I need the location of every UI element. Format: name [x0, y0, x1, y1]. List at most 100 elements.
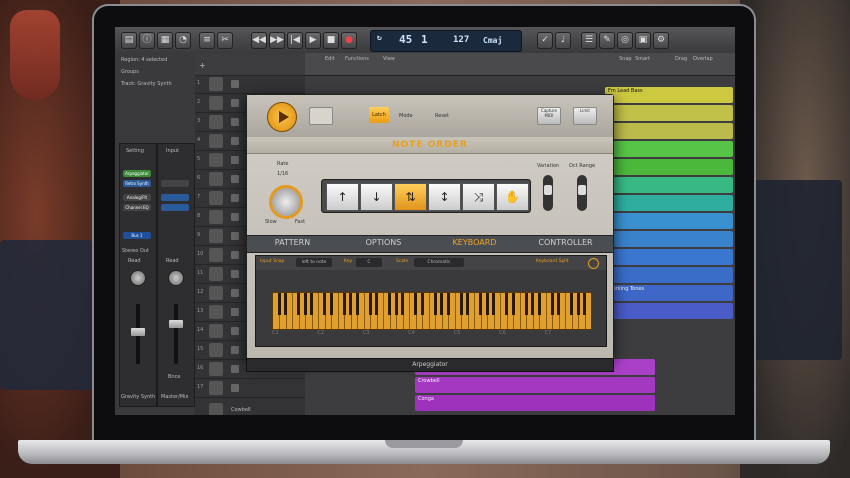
lcd-display[interactable]: ↻ 45 1 127 Cmaj	[370, 30, 522, 52]
forward-button[interactable]: ▶▶	[269, 32, 285, 49]
track-mute-button[interactable]	[231, 346, 239, 354]
go-to-start-button[interactable]: |◀	[287, 32, 303, 49]
black-key[interactable]	[433, 293, 437, 315]
plugin-title-bar[interactable]: Arpeggiator	[246, 358, 614, 372]
track-mute-button[interactable]	[231, 308, 239, 316]
arp-reset-label[interactable]: Reset	[435, 113, 449, 119]
track-mute-button[interactable]	[231, 80, 239, 88]
track-mute-button[interactable]	[231, 251, 239, 259]
output-label[interactable]: Stereo Out	[122, 248, 149, 254]
master-insert-1[interactable]	[161, 180, 189, 187]
direction-up-down-button[interactable]: ⇅	[394, 183, 427, 211]
black-key[interactable]	[303, 293, 307, 315]
region-blue-2[interactable]	[605, 231, 733, 247]
pan-knob-left[interactable]	[130, 270, 146, 286]
black-key[interactable]	[492, 293, 496, 315]
direction-down-button[interactable]: ↓	[360, 183, 393, 211]
library-button[interactable]: ▤	[121, 32, 137, 49]
black-key[interactable]	[368, 293, 372, 315]
arp-mode-button[interactable]	[309, 107, 333, 125]
arp-keyboard[interactable]	[272, 292, 592, 330]
direction-outside-in-button[interactable]: ↕	[428, 183, 461, 211]
track-mute-button[interactable]	[231, 156, 239, 164]
black-key[interactable]	[570, 293, 574, 315]
plugin-slot-retro-synth[interactable]: Retro Synth	[123, 180, 151, 187]
bus-slot[interactable]: Bus 1	[123, 232, 151, 239]
track-mute-button[interactable]	[231, 99, 239, 107]
track-mute-button[interactable]	[231, 118, 239, 126]
region-yellow-2[interactable]	[605, 105, 733, 121]
black-key[interactable]	[349, 293, 353, 315]
black-key[interactable]	[394, 293, 398, 315]
view-menu[interactable]: View	[383, 56, 395, 62]
region-blue-1[interactable]	[605, 213, 733, 229]
track-mute-button[interactable]	[231, 137, 239, 145]
black-key[interactable]	[524, 293, 528, 315]
variation-switch[interactable]	[543, 175, 553, 211]
region-green-2[interactable]	[605, 159, 733, 175]
inspector-groups-label[interactable]: Groups	[121, 69, 139, 75]
direction-random-button[interactable]: ⤨	[462, 183, 495, 211]
insert-slot-1[interactable]: Analog/Flt	[123, 194, 151, 201]
track-mute-button[interactable]	[231, 194, 239, 202]
black-key[interactable]	[401, 293, 405, 315]
edit-menu[interactable]: Edit	[325, 56, 335, 62]
region-blue-3[interactable]	[605, 249, 733, 265]
key-select[interactable]: C	[356, 258, 382, 267]
region-working-tones[interactable]: Working Tones	[605, 285, 733, 301]
editors-button[interactable]: ✂	[217, 32, 233, 49]
black-key[interactable]	[375, 293, 379, 315]
black-key[interactable]	[297, 293, 301, 315]
track-mute-button[interactable]	[231, 232, 239, 240]
track-mute-button[interactable]	[231, 175, 239, 183]
arp-play-button[interactable]	[267, 102, 297, 132]
black-key[interactable]	[505, 293, 509, 315]
browser-button[interactable]: ▣	[635, 32, 651, 49]
rewind-button[interactable]: ◀◀	[251, 32, 267, 49]
oct-range-switch[interactable]	[577, 175, 587, 211]
black-key[interactable]	[537, 293, 541, 315]
bounce-button[interactable]: Bnce	[168, 374, 180, 380]
black-key[interactable]	[420, 293, 424, 315]
track-row[interactable]: 17	[195, 379, 305, 398]
black-key[interactable]	[576, 293, 580, 315]
mixer-button[interactable]: ≡	[199, 32, 215, 49]
keyboard-split-toggle[interactable]	[588, 258, 599, 269]
tab-controller[interactable]: CONTROLLER	[520, 238, 611, 247]
arp-latch-button[interactable]: Latch	[369, 107, 389, 123]
black-key[interactable]	[459, 293, 463, 315]
inspector-region-label[interactable]: Region: 4 selected	[121, 57, 167, 63]
track-mute-button[interactable]	[231, 289, 239, 297]
track-mute-button[interactable]	[231, 384, 239, 392]
functions-menu[interactable]: Functions	[345, 56, 369, 62]
smart-controls-button[interactable]: ◔	[175, 32, 191, 49]
add-track-button[interactable]: +	[199, 61, 206, 70]
track-row[interactable]: 1	[195, 75, 305, 94]
metronome-button[interactable]: ♩	[555, 32, 571, 49]
black-key[interactable]	[284, 293, 288, 315]
region-blue-6[interactable]	[605, 303, 733, 319]
play-button[interactable]: ▶	[305, 32, 321, 49]
black-key[interactable]	[511, 293, 515, 315]
black-key[interactable]	[531, 293, 535, 315]
black-key[interactable]	[323, 293, 327, 315]
volume-fader-left[interactable]	[131, 328, 145, 336]
limit-button[interactable]: Limit	[573, 107, 597, 125]
capture-midi-button[interactable]: Capture MIDI	[537, 107, 561, 125]
black-key[interactable]	[446, 293, 450, 315]
inspector-button[interactable]: ⓘ	[139, 32, 155, 49]
black-key[interactable]	[440, 293, 444, 315]
direction-up-button[interactable]: ↑	[326, 183, 359, 211]
settings-icon[interactable]: ⚙	[653, 32, 669, 49]
black-key[interactable]	[485, 293, 489, 315]
count-in-button[interactable]: ✓	[537, 32, 553, 49]
timeline-ruler[interactable]: Edit Functions View Snap Smart Drag Over…	[305, 53, 735, 76]
track-row-cowbell[interactable]: Cowbell	[195, 401, 305, 415]
toolbar-button[interactable]: ▦	[157, 32, 173, 49]
region-green-1[interactable]	[605, 141, 733, 157]
input-label[interactable]: Input	[166, 148, 179, 154]
notepad-button[interactable]: ✎	[599, 32, 615, 49]
region-blue-4[interactable]	[605, 267, 733, 283]
track-mute-button[interactable]	[231, 365, 239, 373]
setting-button[interactable]: Setting	[126, 148, 144, 154]
